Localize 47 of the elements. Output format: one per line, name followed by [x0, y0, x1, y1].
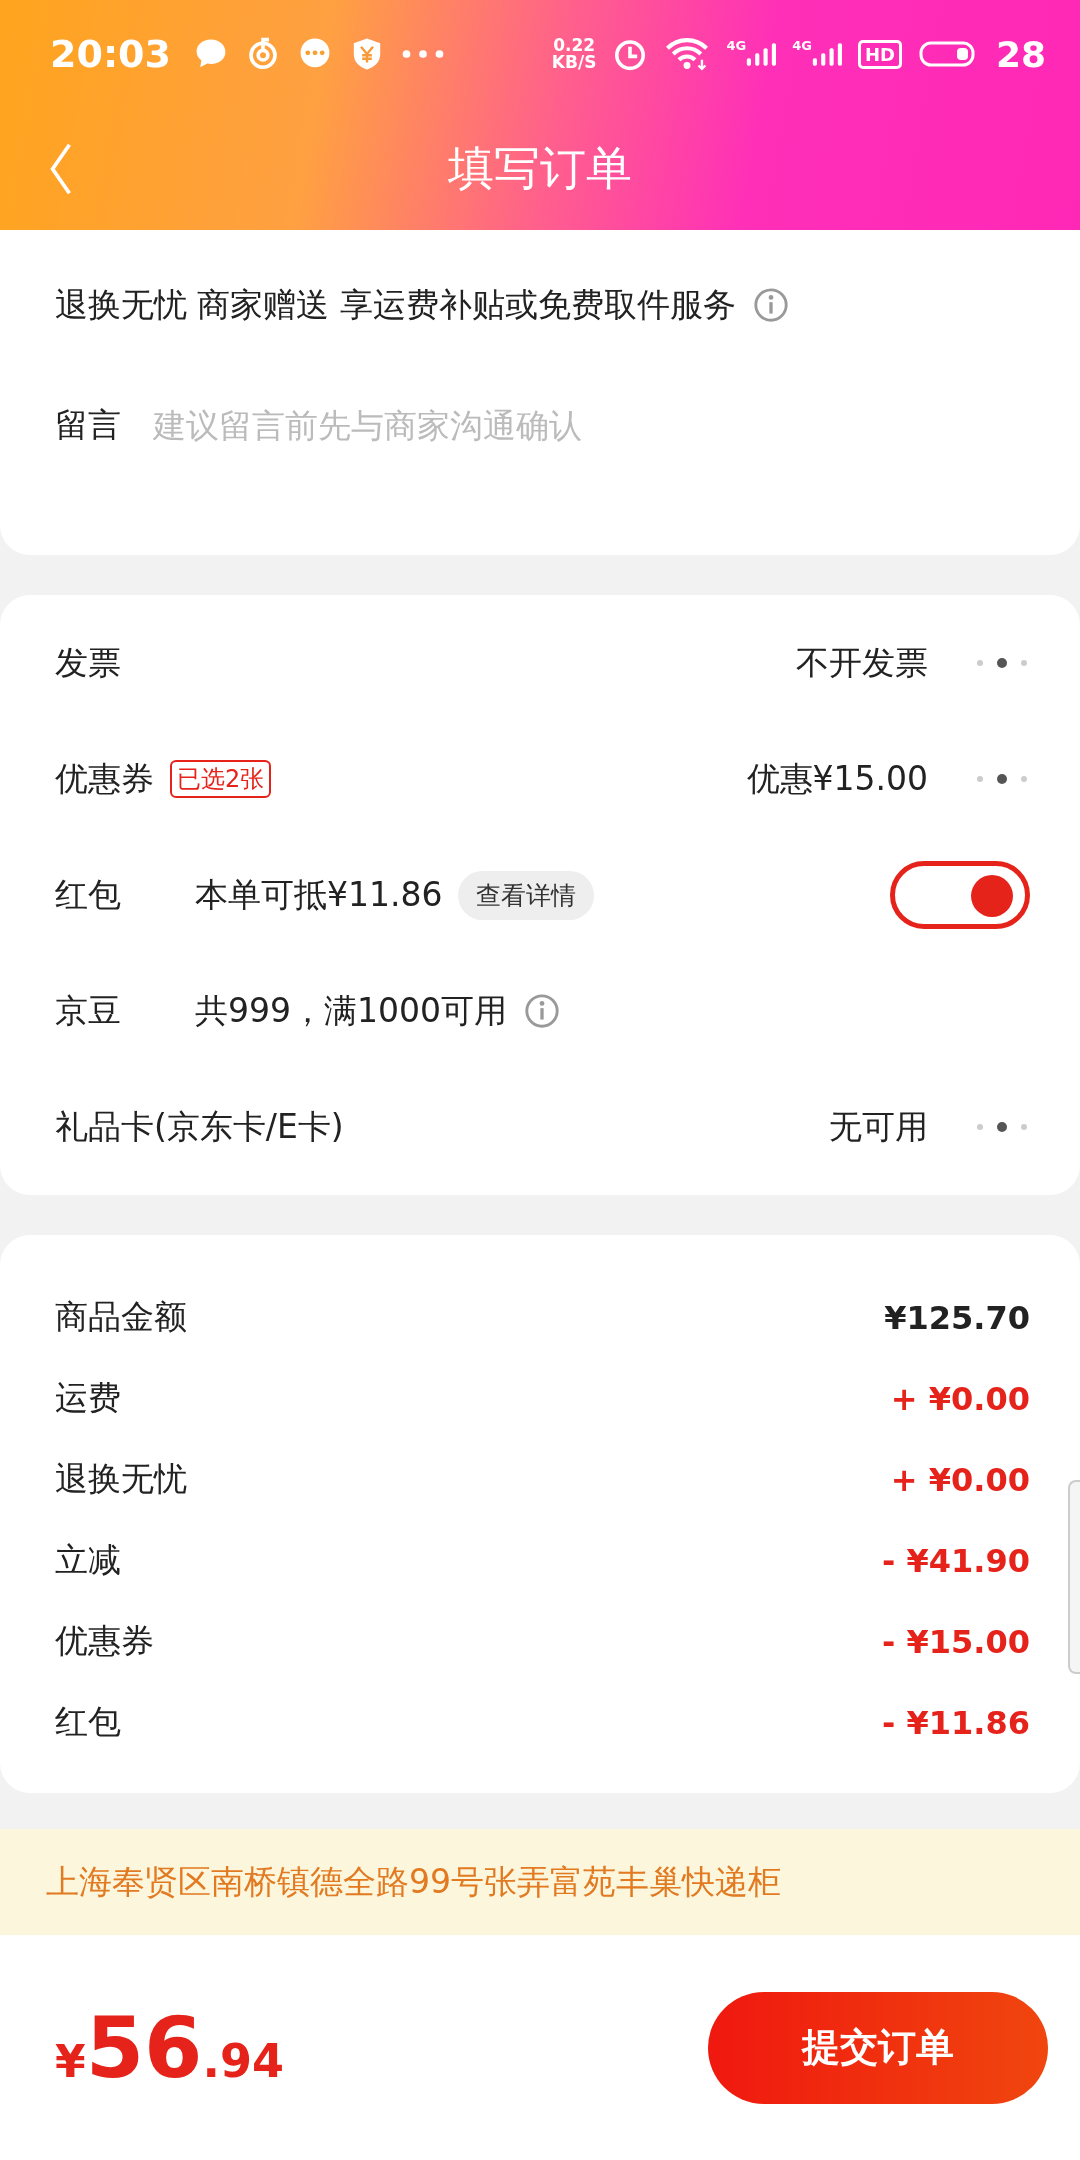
more-icon — [400, 48, 445, 60]
summary-amount: - ¥15.00 — [882, 1622, 1030, 1661]
summary-label: 优惠券 — [55, 1620, 154, 1662]
option-label: 红包 — [55, 873, 122, 916]
price-currency: ¥ — [55, 2035, 86, 2087]
details-button[interactable]: 查看详情 — [458, 870, 595, 920]
page-title: 填写订单 — [448, 140, 632, 197]
summary-label: 红包 — [55, 1701, 121, 1743]
summary-label: 运费 — [55, 1377, 121, 1419]
speed-unit: KB/S — [551, 54, 597, 71]
message-label: 留言 — [55, 403, 121, 446]
toggle-switch[interactable] — [890, 861, 1030, 929]
summary-amount: + ¥0.00 — [890, 1379, 1030, 1418]
delivery-address: 上海奉贤区南桥镇德全路99号张弄富苑丰巢快递柜 — [46, 1860, 781, 1903]
summary-amount: + ¥0.00 — [890, 1460, 1030, 1499]
option-note: 本单可抵¥11.86 — [195, 873, 443, 916]
summary-amount: - ¥41.90 — [882, 1541, 1030, 1580]
submit-button[interactable]: 提交订单 — [708, 1991, 1048, 2104]
network-type: 4G — [726, 38, 747, 53]
option-label: 优惠券 — [55, 757, 154, 800]
option-value: 无可用 — [829, 1105, 928, 1148]
option-value: 不开发票 — [796, 641, 928, 684]
coupon-badge: 已选2张 — [170, 760, 272, 798]
wifi-icon — [664, 36, 711, 72]
more-icon[interactable] — [974, 773, 1030, 785]
network-speed: 0.22 — [553, 37, 596, 54]
more-icon[interactable] — [974, 1121, 1030, 1133]
battery-level: 28 — [995, 33, 1046, 75]
status-time: 20:03 — [50, 32, 171, 76]
info-icon[interactable] — [523, 992, 561, 1030]
option-value: 优惠¥15.00 — [746, 757, 928, 800]
summary-label: 商品金额 — [55, 1296, 187, 1338]
price-decimal: .94 — [202, 2033, 285, 2088]
price-integer: 56 — [85, 1998, 203, 2097]
option-label: 礼品卡(京东卡/E卡) — [55, 1105, 344, 1148]
more-icon[interactable] — [974, 657, 1030, 669]
summary-label: 立减 — [55, 1539, 121, 1581]
option-label: 发票 — [55, 641, 121, 684]
option-label: 京豆 — [55, 989, 122, 1032]
info-icon[interactable] — [752, 286, 790, 324]
summary-label: 退换无忧 — [55, 1458, 187, 1500]
service-text: 退换无忧 商家赠送 享运费补贴或免费取件服务 — [55, 283, 736, 326]
summary-amount: ¥125.70 — [884, 1298, 1030, 1337]
network-type: 4G — [792, 38, 812, 53]
hd-voice-indicator: HD — [857, 39, 902, 69]
option-note: 共999，满1000可用 — [195, 989, 507, 1032]
summary-amount: - ¥11.86 — [882, 1703, 1030, 1742]
